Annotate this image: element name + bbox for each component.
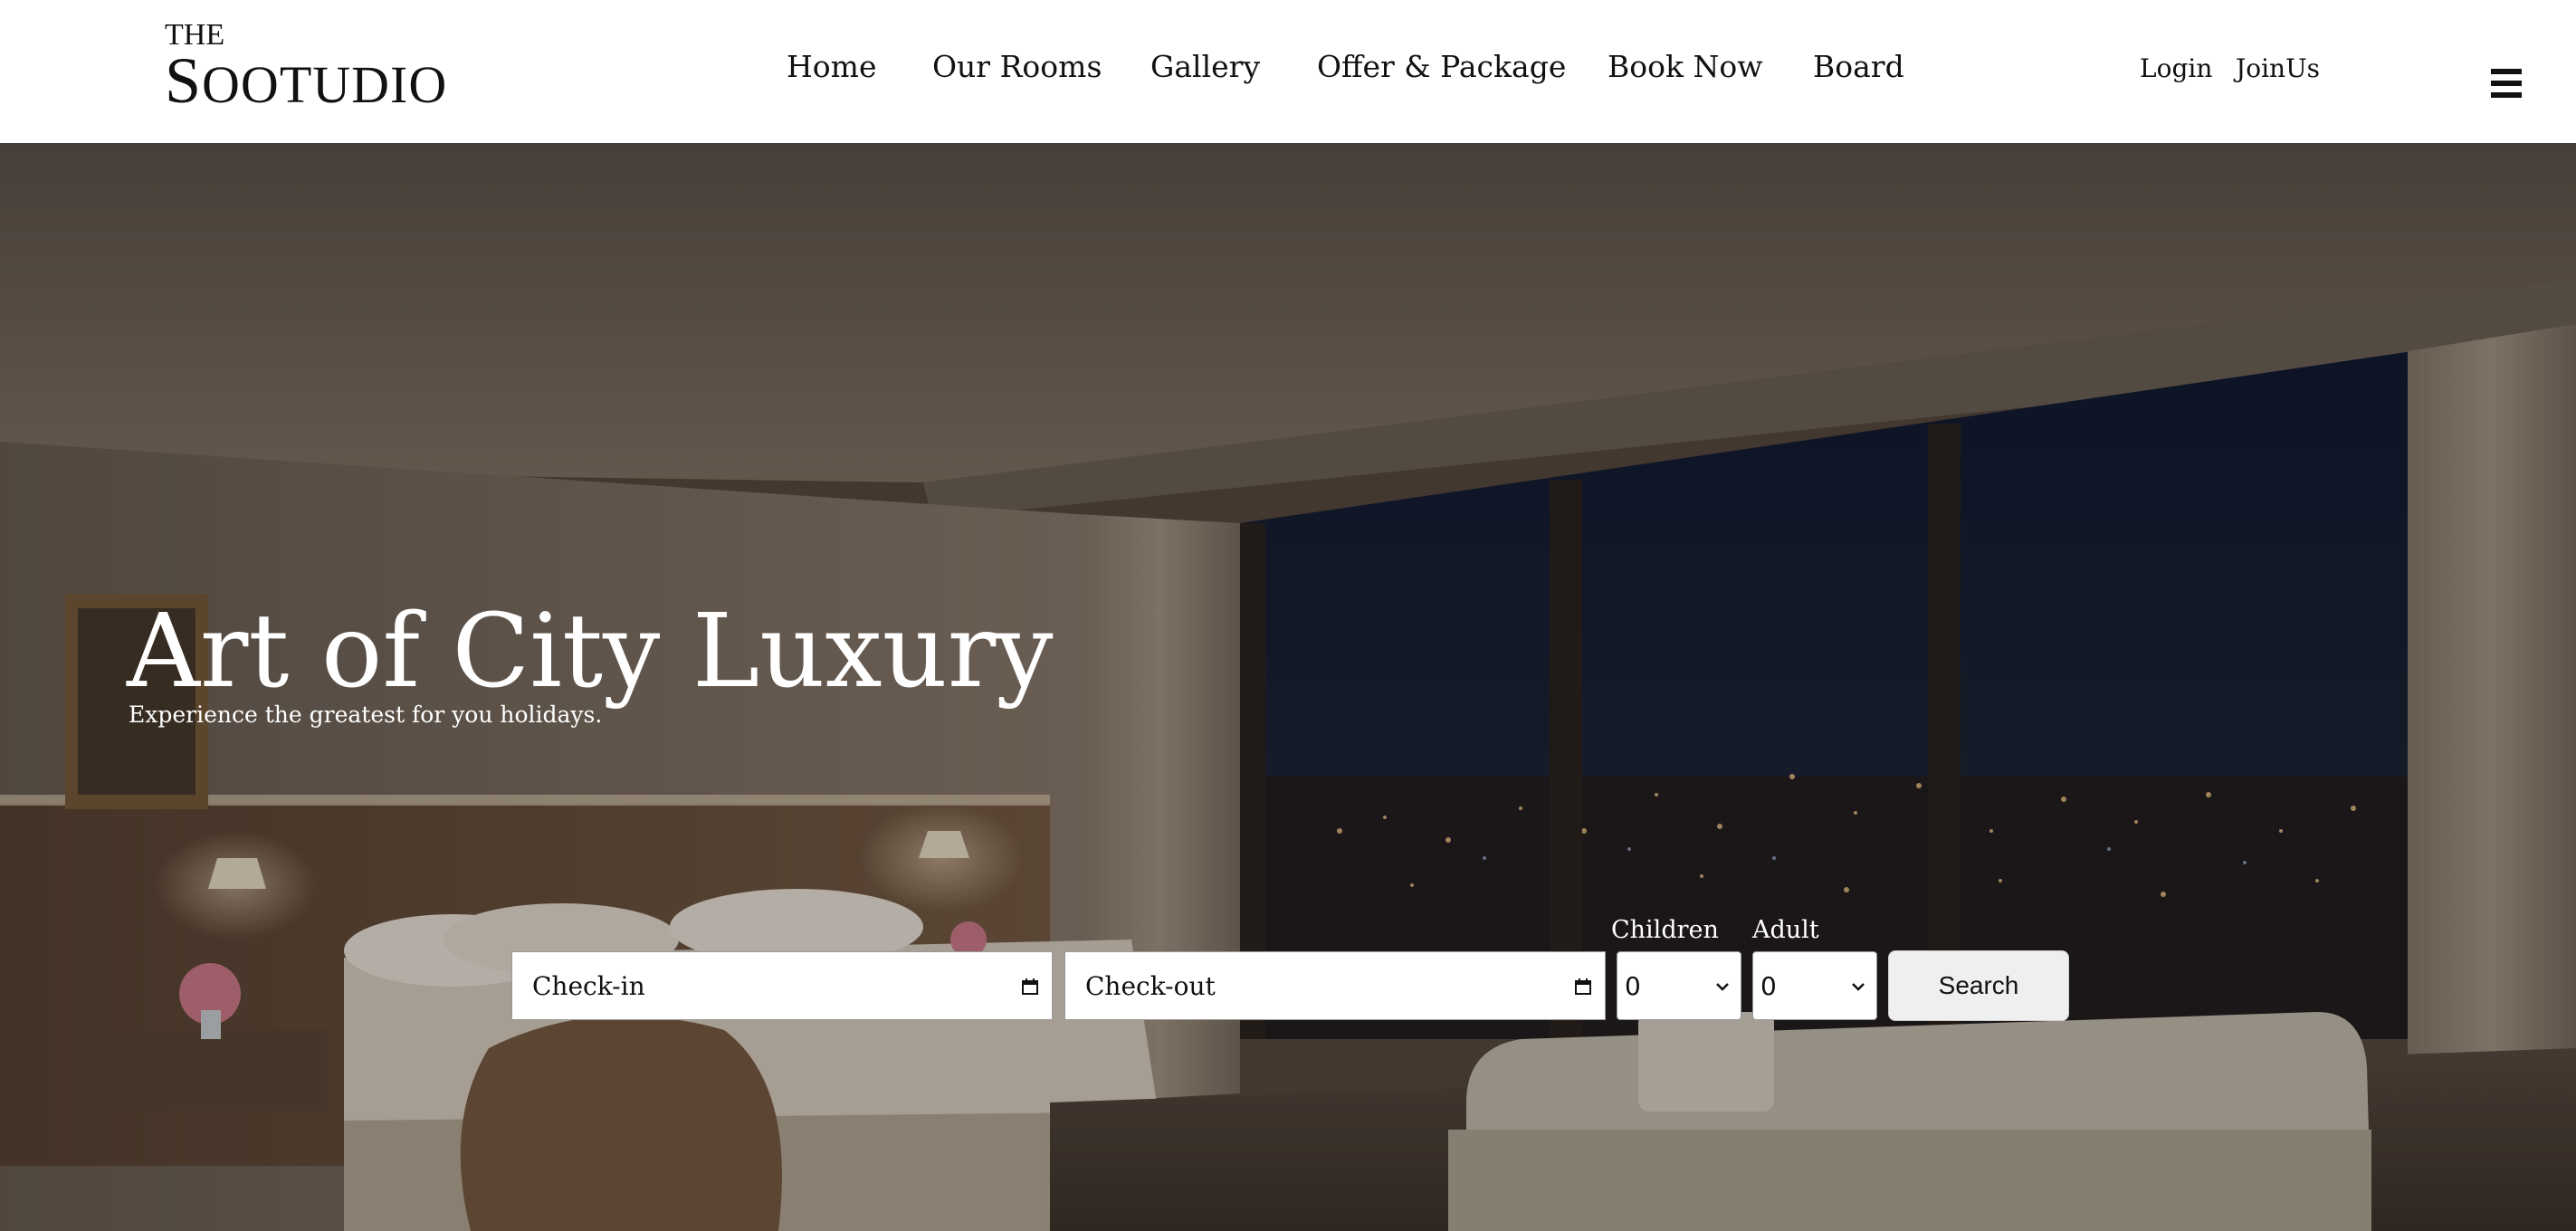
children-label: Children <box>1611 916 1719 944</box>
adult-select[interactable]: 0 <box>1752 951 1877 1020</box>
chevron-down-icon <box>1852 983 1865 991</box>
nav-offer-package[interactable]: Offer & Package <box>1317 47 1566 87</box>
adult-value: 0 <box>1760 971 1777 1001</box>
children-select[interactable]: 0 <box>1617 951 1741 1020</box>
checkin-date-field[interactable]: Check-in <box>511 951 1053 1020</box>
logo-rest: OOTUDIO <box>202 55 448 114</box>
hero-subtitle: Experience the greatest for you holidays… <box>129 701 603 728</box>
nav-our-rooms[interactable]: Our Rooms <box>932 47 1102 87</box>
nav-home[interactable]: Home <box>787 47 876 87</box>
join-link[interactable]: JoinUs <box>2236 52 2320 85</box>
hero-section: Art of City Luxury Experience the greate… <box>0 143 2576 1231</box>
nav-book-now[interactable]: Book Now <box>1608 47 1762 87</box>
logo-wordmark: SOOTUDIO <box>165 44 447 121</box>
login-link[interactable]: Login <box>2140 52 2212 85</box>
checkout-date-field[interactable]: Check-out <box>1064 951 1606 1020</box>
chevron-down-icon <box>1716 983 1729 991</box>
hamburger-menu-icon[interactable] <box>2491 69 2522 100</box>
calendar-icon[interactable] <box>1021 978 1039 996</box>
site-header: THE SOOTUDIO Home Our Rooms Gallery Offe… <box>0 0 2576 143</box>
checkin-placeholder: Check-in <box>532 971 645 1001</box>
nav-board[interactable]: Board <box>1813 47 1904 87</box>
calendar-icon[interactable] <box>1574 978 1592 996</box>
children-value: 0 <box>1625 971 1641 1001</box>
checkout-placeholder: Check-out <box>1085 971 1216 1001</box>
nav-gallery[interactable]: Gallery <box>1150 47 1260 87</box>
hero-title: Art of City Luxury <box>127 593 1054 711</box>
adult-label: Adult <box>1752 916 1819 944</box>
search-button[interactable]: Search <box>1888 950 2069 1021</box>
logo-initial: S <box>165 44 203 117</box>
